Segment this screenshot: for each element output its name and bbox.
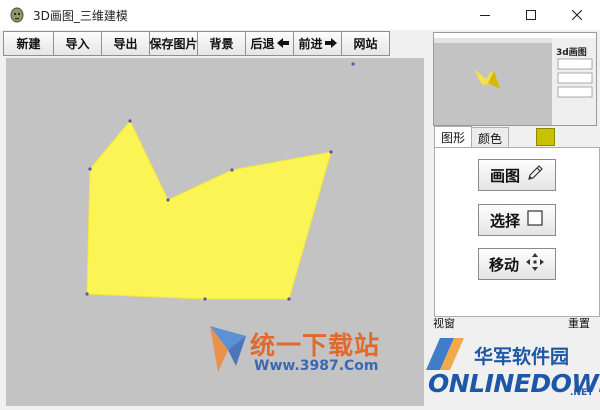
vertex-handle[interactable] [351,62,355,66]
arrow-right-icon [324,37,337,51]
vertex-handle[interactable] [203,297,207,301]
window-title: 3D画图_三维建模 [33,8,128,23]
minimize-icon [480,15,490,16]
pencil-icon [526,164,544,186]
back-button-label: 后退 [250,37,275,51]
save-image-button[interactable]: 保存图片 [149,31,198,56]
close-button[interactable] [554,0,600,30]
vertex-handle[interactable] [230,168,234,172]
vertex-handle[interactable] [166,198,170,202]
arrow-left-icon [276,37,289,51]
watermark-right-cn: 华军软件园 [474,346,570,368]
draw-button[interactable]: 画图 [478,159,556,191]
tab-shape-label: 图形 [441,131,466,145]
vertex-handle[interactable] [85,292,89,296]
import-button-label: 导入 [65,37,90,51]
forward-button-label: 前进 [298,37,323,51]
import-button[interactable]: 导入 [53,31,102,56]
vertex-handle[interactable] [329,150,333,154]
preview-thumbnail: 3d画图 [433,32,597,126]
save-image-button-label: 保存图片 [149,37,198,51]
watermark-right: 华军软件园 ONLINEDOWN .NET [418,326,600,410]
new-button[interactable]: 新建 [3,31,54,56]
square-icon [526,209,544,231]
watermark-left-text: 统一下载站 [250,331,381,360]
website-button-label: 网站 [353,37,378,51]
move-button-label: 移动 [488,255,519,274]
website-button[interactable]: 网站 [341,31,390,56]
vertex-handle[interactable] [88,167,92,171]
vertex-handle[interactable] [128,119,132,123]
vertex-handle[interactable] [287,297,291,301]
drawn-polygon[interactable] [86,120,332,300]
watermark-logo-icon [210,326,246,372]
minimize-button[interactable] [462,0,508,30]
watermark-left-url: Www.3987.Com [254,358,379,374]
export-button-label: 导出 [113,37,138,51]
watermark-left: 统一下载站 Www.3987.Com [206,322,406,382]
export-button[interactable]: 导出 [101,31,150,56]
panel-tabs: 图形 颜色 [434,126,510,148]
app-window: 3D画图_三维建模 新建 导入 导出 保存图片 背景 后退 前进 网站 3d画图… [0,0,600,410]
title-bar: 3D画图_三维建模 [0,0,600,30]
close-icon [572,10,582,20]
tab-shape[interactable]: 图形 [434,126,473,148]
new-button-label: 新建 [16,37,41,51]
thumbnail-title: 3d画图 [556,48,587,58]
draw-button-label: 画图 [489,166,520,185]
select-button[interactable]: 选择 [478,204,556,236]
background-button-label: 背景 [209,37,234,51]
tab-color[interactable]: 颜色 [471,127,510,148]
move-arrows-icon [525,252,545,276]
shape-tab-panel: 画图 选择 移动 [434,147,600,317]
move-button[interactable]: 移动 [478,248,556,280]
app-icon [9,7,25,23]
background-button[interactable]: 背景 [197,31,246,56]
forward-button[interactable]: 前进 [293,31,342,56]
tab-color-label: 颜色 [478,131,503,146]
window-controls [462,0,600,30]
maximize-icon [526,10,536,20]
toolbar: 新建 导入 导出 保存图片 背景 后退 前进 网站 [3,31,390,56]
back-button[interactable]: 后退 [245,31,294,56]
current-color-swatch[interactable] [536,128,555,146]
select-button-label: 选择 [489,211,520,230]
watermark-right-suffix: .NET [570,388,594,398]
maximize-button[interactable] [508,0,554,30]
